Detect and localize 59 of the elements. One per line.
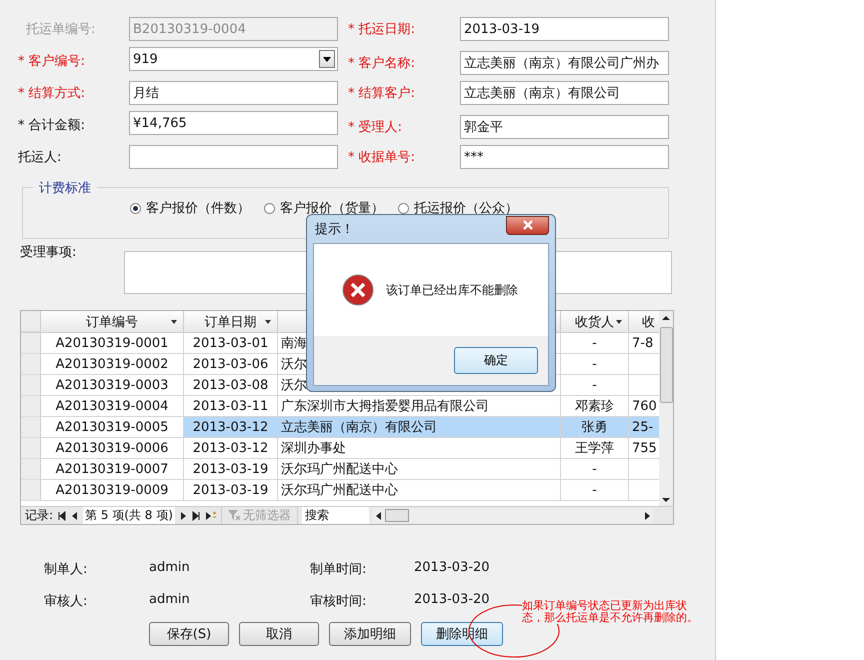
info-label: 制单时间: bbox=[310, 561, 368, 578]
table-cell: A20130319-0007 bbox=[56, 462, 168, 476]
notes-label: 受理事项: bbox=[20, 245, 76, 260]
table-cell-text: 沃尔 bbox=[281, 377, 307, 394]
field-label: * 合计金额: bbox=[17, 117, 86, 134]
info-value: 2013-03-20 bbox=[414, 592, 491, 609]
table-cell: - bbox=[592, 462, 597, 476]
field-label: * 托运日期: bbox=[347, 21, 416, 38]
table-cell: 7-8 bbox=[632, 336, 654, 350]
table-cell: 2013-03-19 bbox=[192, 482, 268, 498]
table-cell-text: 深圳办事处 bbox=[281, 440, 346, 457]
field-label: * 客户名称: bbox=[347, 55, 416, 72]
table-cell: 755 bbox=[632, 440, 657, 456]
table-cell: A20130319-0004 bbox=[56, 398, 168, 414]
field-label: * 收据单号: bbox=[347, 149, 416, 166]
table-cell-text: 沃尔玛广州配送中心 bbox=[281, 482, 398, 499]
table-cell: - bbox=[592, 356, 597, 372]
dialog-title: 提示！ bbox=[315, 221, 354, 238]
field-label: * 结算方式: bbox=[17, 85, 86, 102]
table-cell-text: 立志美丽（南京）有限公司 bbox=[281, 419, 437, 436]
table-cell: - bbox=[592, 378, 597, 392]
info-value: admin bbox=[149, 592, 191, 609]
table-cell: 25- bbox=[632, 420, 654, 434]
field-label: * 客户编号: bbox=[17, 53, 86, 70]
table-cell: 2013-03-12 bbox=[192, 440, 268, 456]
info-label: 审核人: bbox=[44, 593, 88, 610]
table-cell-text: 邓素珍 bbox=[575, 398, 614, 415]
table-cell-text: 张勇 bbox=[582, 419, 608, 436]
info-value: 2013-03-20 bbox=[414, 560, 491, 577]
table-cell: A20130319-0003 bbox=[56, 378, 168, 392]
table-cell-text: 广东深圳市大拇指爱婴用品有限公司 bbox=[281, 398, 489, 415]
field-label: 托运单编号: bbox=[25, 21, 96, 38]
info-label: 制单人: bbox=[44, 561, 88, 578]
table-cell-text: 王学萍 bbox=[575, 440, 614, 457]
table-cell: 2013-03-12 bbox=[192, 420, 268, 434]
info-label: 审核时间: bbox=[310, 593, 368, 610]
table-cell-text: 沃尔 bbox=[281, 356, 307, 373]
field-label: * 受理人: bbox=[347, 119, 404, 136]
table-cell: A20130319-0006 bbox=[56, 440, 168, 456]
table-cell: 2013-03-11 bbox=[192, 398, 268, 414]
group-legend: 计费标准 bbox=[33, 179, 97, 197]
table-cell: - bbox=[592, 482, 597, 498]
table-cell: 760 bbox=[632, 398, 657, 414]
table-cell: A20130319-0005 bbox=[56, 420, 168, 434]
table-cell: A20130319-0001 bbox=[56, 336, 168, 350]
table-cell: 2013-03-01 bbox=[192, 336, 268, 350]
table-cell: - bbox=[592, 336, 597, 350]
table-cell: 2013-03-19 bbox=[192, 462, 268, 476]
table-cell-text: 沃尔玛广州配送中心 bbox=[281, 461, 398, 478]
info-value: admin bbox=[149, 560, 191, 577]
table-cell: 2013-03-06 bbox=[192, 356, 268, 372]
dialog-message: 该订单已经出库不能删除 bbox=[386, 282, 518, 298]
table-cell: 2013-03-08 bbox=[192, 378, 268, 392]
table-cell-text: 南海 bbox=[281, 335, 307, 352]
field-label: 托运人: bbox=[17, 149, 62, 166]
table-cell: A20130319-0009 bbox=[56, 482, 168, 498]
field-label: * 结算客户: bbox=[347, 85, 416, 102]
table-cell: A20130319-0002 bbox=[56, 356, 168, 372]
record-label: 记录: bbox=[25, 507, 54, 524]
